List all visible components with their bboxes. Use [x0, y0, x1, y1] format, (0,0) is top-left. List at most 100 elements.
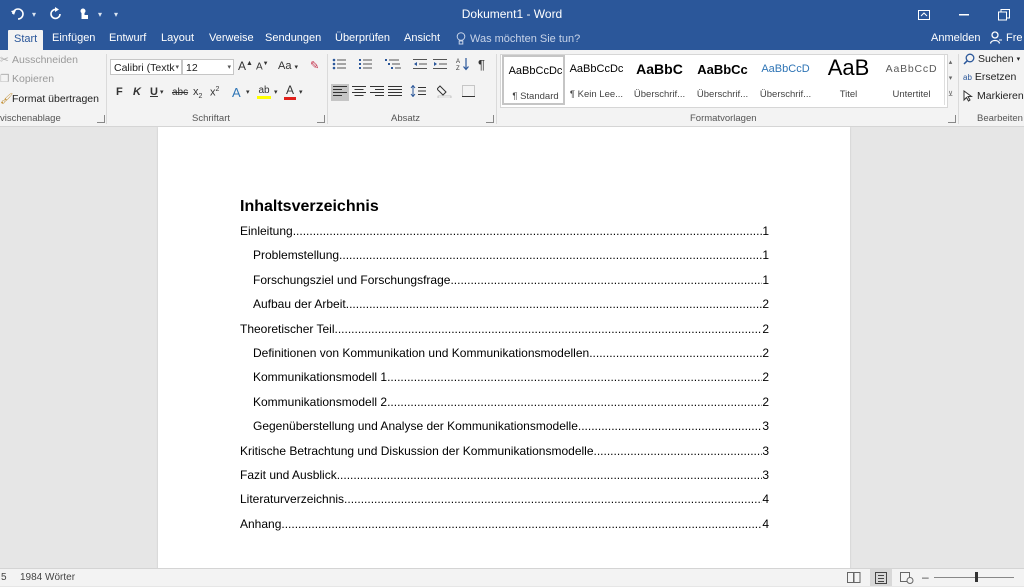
minimize-icon[interactable]	[944, 0, 984, 29]
more-styles-icon[interactable]: ⊻	[945, 87, 956, 103]
toc-leader-dots	[346, 296, 763, 312]
shading-icon[interactable]	[436, 84, 453, 101]
change-case-button[interactable]: Aa ▾	[278, 60, 298, 72]
print-layout-icon[interactable]	[870, 569, 892, 586]
style-heading-2[interactable]: AaBbCc Überschrif...	[691, 55, 754, 105]
tab-entwurf[interactable]: Entwurf	[109, 29, 146, 50]
tab-start[interactable]: Start	[8, 30, 44, 50]
decrease-indent-icon[interactable]	[412, 58, 428, 73]
line-spacing-icon[interactable]	[410, 84, 430, 100]
clear-formatting-icon[interactable]: ✎	[310, 59, 319, 72]
toc-page-number: 3	[762, 444, 769, 458]
format-painter-label: Format übertragen	[12, 92, 99, 105]
font-group-label: Schriftart	[192, 113, 231, 124]
font-name-dropdown-icon: ▾	[175, 64, 179, 71]
toc-entry[interactable]: Aufbau der Arbeit 2	[253, 296, 769, 312]
zoom-slider[interactable]	[934, 577, 1014, 578]
align-left-icon[interactable]	[331, 84, 349, 101]
subscript-button[interactable]: x2	[193, 86, 202, 100]
text-effects-icon[interactable]: A	[232, 85, 241, 100]
style-heading-1[interactable]: AaBbC Überschrif...	[628, 55, 691, 105]
show-formatting-marks-icon[interactable]: ¶	[478, 57, 485, 72]
style-preview: AaBbC	[636, 61, 683, 77]
tab-layout[interactable]: Layout	[161, 29, 194, 50]
underline-dropdown-icon[interactable]: ▾	[160, 88, 164, 96]
sort-icon[interactable]: AZ	[456, 57, 470, 74]
tab-einfuegen[interactable]: Einfügen	[52, 29, 95, 50]
highlight-dropdown-icon[interactable]: ▾	[274, 88, 278, 96]
font-size-box[interactable]: 12 ▾	[182, 59, 234, 75]
zoom-slider-thumb[interactable]	[975, 572, 978, 582]
copy-button[interactable]: ❐ Kopieren	[0, 73, 54, 85]
toc-entry[interactable]: Fazit und Ausblick 3	[240, 467, 769, 483]
cut-button[interactable]: ✂ Ausschneiden	[0, 54, 78, 66]
numbering-icon[interactable]	[358, 58, 376, 73]
font-color-icon[interactable]: A	[284, 83, 296, 100]
font-color-dropdown-icon[interactable]: ▾	[299, 88, 303, 96]
tab-ansicht[interactable]: Ansicht	[404, 29, 440, 50]
toc-entry[interactable]: Theoretischer Teil 2	[240, 321, 769, 337]
clipboard-launcher-icon[interactable]	[97, 115, 105, 123]
toc-leader-dots	[281, 516, 762, 532]
italic-button[interactable]: K	[133, 86, 141, 98]
document-page[interactable]: Inhaltsverzeichnis Einleitung1Problemste…	[158, 127, 850, 568]
highlight-icon[interactable]: ab	[257, 84, 271, 99]
scroll-up-icon[interactable]: ▴	[945, 55, 956, 71]
find-button[interactable]: Suchen ▾	[963, 53, 1020, 65]
tab-ueberpruefen[interactable]: Überprüfen	[335, 29, 390, 50]
style-kein-leerraum[interactable]: AaBbCcDc ¶ Kein Lee...	[565, 55, 628, 105]
font-size-dropdown-icon: ▾	[227, 64, 231, 71]
bullets-icon[interactable]	[332, 58, 350, 73]
strikethrough-button[interactable]: abc	[172, 87, 188, 98]
style-standard[interactable]: AaBbCcDc ¶ Standard	[502, 55, 565, 105]
grow-font-button[interactable]: A▲	[238, 59, 253, 73]
sign-in-link[interactable]: Anmelden	[931, 32, 981, 44]
zoom-out-icon[interactable]: –	[922, 570, 929, 584]
bold-button[interactable]: F	[116, 86, 123, 98]
tell-me-box[interactable]: Was möchten Sie tun?	[456, 32, 580, 45]
toc-entry[interactable]: Kommunikationsmodell 1 2	[253, 369, 769, 385]
align-center-icon[interactable]	[352, 85, 366, 100]
share-button[interactable]: Fre	[990, 31, 1023, 44]
select-button[interactable]: Markieren	[963, 90, 1024, 102]
toc-entry[interactable]: Forschungsziel und Forschungsfrage 1	[253, 272, 769, 288]
toc-entry[interactable]: Kommunikationsmodell 2 2	[253, 394, 769, 410]
superscript-button[interactable]: x2	[210, 86, 219, 99]
toc-entry[interactable]: Kritische Betrachtung und Diskussion der…	[240, 443, 769, 459]
word-count[interactable]: 1984 Wörter	[20, 572, 75, 583]
styles-scroll[interactable]: ▴ ▾ ⊻	[944, 55, 956, 105]
tell-me-text: Was möchten Sie tun?	[470, 32, 581, 45]
page-indicator[interactable]: 5	[1, 572, 7, 583]
toc-entry[interactable]: Definitionen von Kommunikation und Kommu…	[253, 345, 769, 361]
toc-page-number: 3	[762, 468, 769, 482]
increase-indent-icon[interactable]	[432, 58, 448, 73]
toc-entry[interactable]: Anhang 4	[240, 516, 769, 532]
tab-verweise[interactable]: Verweise	[209, 29, 254, 50]
style-name: Überschrif...	[633, 89, 686, 100]
multilevel-list-icon[interactable]	[384, 58, 402, 73]
scroll-down-icon[interactable]: ▾	[945, 71, 956, 87]
style-heading-3[interactable]: AaBbCcD Überschrif...	[754, 55, 817, 105]
font-launcher-icon[interactable]	[317, 115, 325, 123]
shrink-font-button[interactable]: A▼	[256, 61, 269, 72]
underline-button[interactable]: U	[150, 86, 158, 98]
borders-icon[interactable]	[462, 85, 476, 100]
align-right-icon[interactable]	[370, 85, 384, 100]
justify-icon[interactable]	[388, 85, 402, 100]
format-painter-button[interactable]: 🖌 Format übertragen	[0, 92, 99, 106]
font-name-box[interactable]: Calibri (Textk ▾	[110, 59, 182, 75]
text-effects-dropdown-icon[interactable]: ▾	[246, 88, 250, 96]
styles-launcher-icon[interactable]	[948, 115, 956, 123]
tab-sendungen[interactable]: Sendungen	[265, 29, 321, 50]
toc-entry[interactable]: Gegenüberstellung und Analyse der Kommun…	[253, 418, 769, 434]
toc-entry[interactable]: Literaturverzeichnis 4	[240, 491, 769, 507]
read-mode-icon[interactable]	[847, 572, 861, 586]
restore-icon[interactable]	[984, 0, 1024, 29]
style-titel[interactable]: AaB Titel	[817, 55, 880, 105]
replace-button[interactable]: ab Ersetzen	[963, 71, 1016, 83]
paragraph-launcher-icon[interactable]	[486, 115, 494, 123]
style-untertitel[interactable]: AaBbCcD Untertitel	[880, 55, 943, 105]
toc-entry[interactable]: Einleitung 1	[240, 223, 769, 239]
toc-entry[interactable]: Problemstellung 1	[253, 247, 769, 263]
ribbon-display-options-icon[interactable]	[904, 0, 944, 29]
